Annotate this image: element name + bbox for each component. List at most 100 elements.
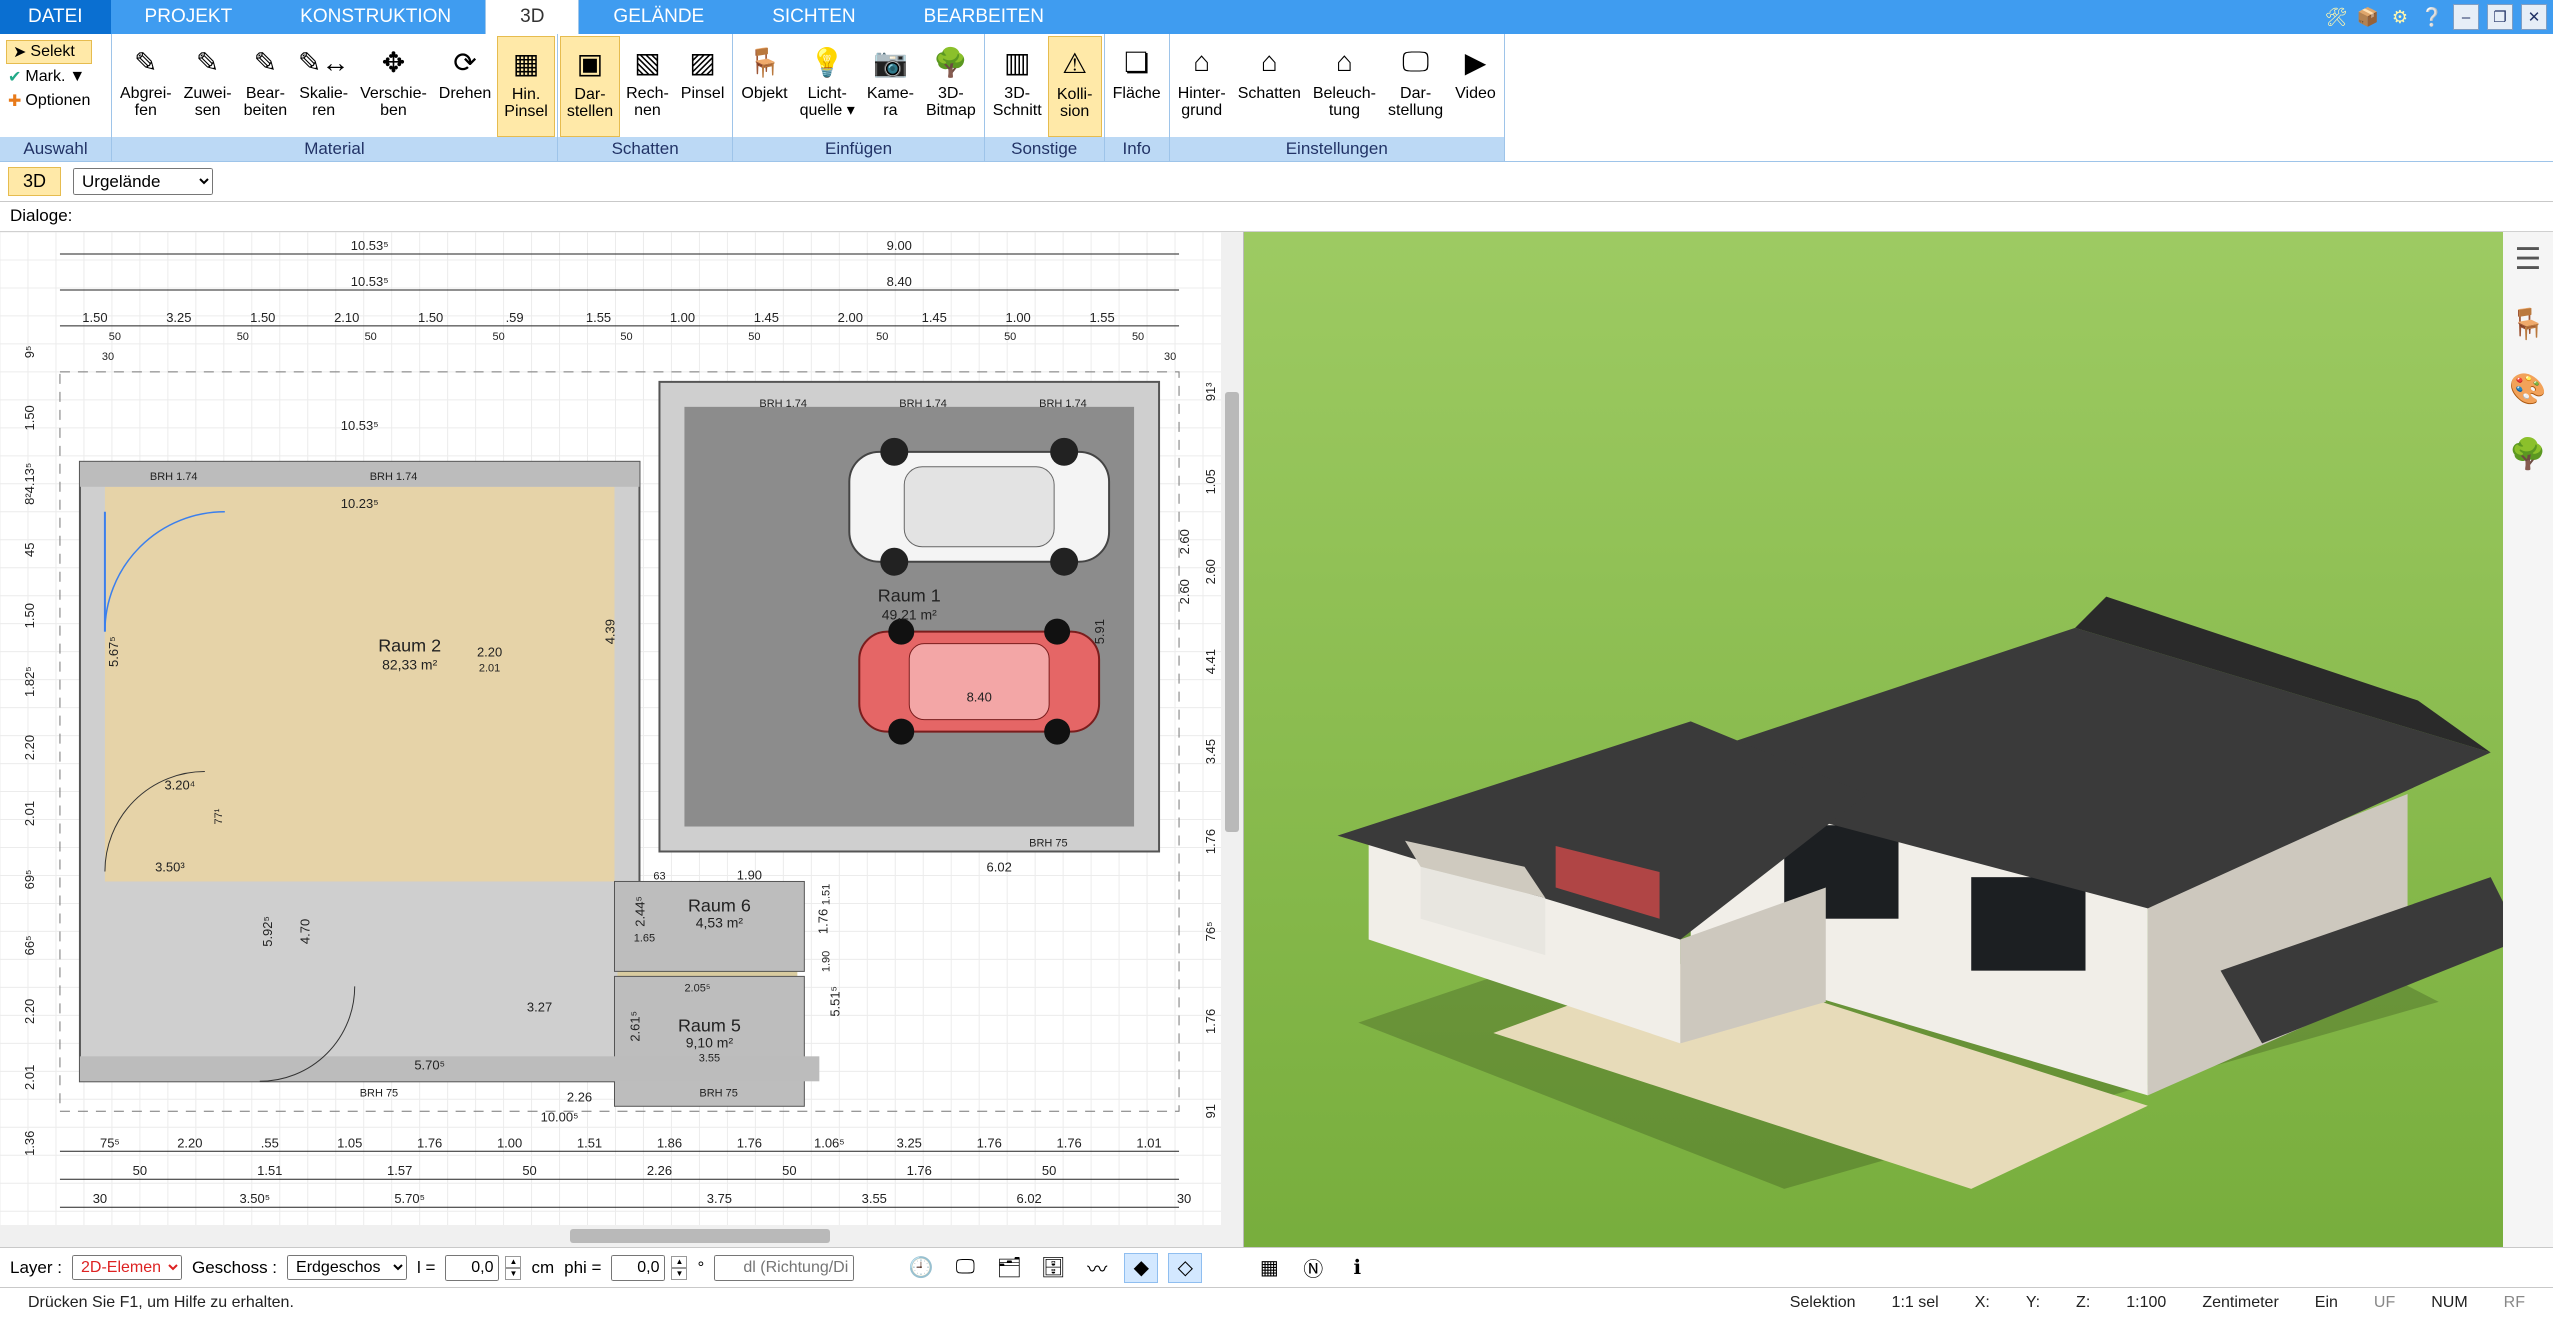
ribbon-label: Dar-stellung xyxy=(1388,86,1443,120)
ribbon-darstellung[interactable]: 🖵 Dar-stellung xyxy=(1382,36,1449,137)
svg-text:1.82⁵: 1.82⁵ xyxy=(22,666,37,697)
stack-icon[interactable]: 🗄 xyxy=(1036,1253,1070,1283)
svg-text:10.53⁵: 10.53⁵ xyxy=(351,274,389,289)
svg-text:30: 30 xyxy=(1164,351,1176,363)
ribbon-rechnen[interactable]: ▧ Rech-nen xyxy=(620,36,675,137)
svg-text:30: 30 xyxy=(1177,1191,1191,1206)
tree-icon[interactable]: 🌳 xyxy=(2509,437,2546,472)
geschoss-select[interactable]: Erdgeschos xyxy=(287,1255,407,1280)
tab-gelaende[interactable]: GELÄNDE xyxy=(579,0,738,34)
ribbon-3d-schnitt[interactable]: ▥ 3D-Schnitt xyxy=(987,36,1048,137)
ribbon-hin-pinsel[interactable]: ▦ Hin.Pinsel xyxy=(497,36,555,137)
bottom-toolbar: Layer : 2D-Elemen Geschoss : Erdgeschos … xyxy=(0,1247,2553,1287)
dl-input[interactable] xyxy=(714,1255,854,1281)
north-icon[interactable]: Ⓝ xyxy=(1296,1253,1330,1283)
svg-text:6.02: 6.02 xyxy=(987,859,1012,874)
ribbon-skalieren[interactable]: ✎↔ Skalie-ren xyxy=(293,36,354,137)
ribbon-zuweisen[interactable]: ✎ Zuwei-sen xyxy=(178,36,238,137)
svg-text:BRH 75: BRH 75 xyxy=(699,1087,737,1099)
ribbon-label: Beleuch-tung xyxy=(1313,86,1376,120)
tab-datei[interactable]: DATEI xyxy=(0,0,111,34)
mark-dropdown[interactable]: ✔Mark. ▼ xyxy=(6,66,92,88)
tools-icon[interactable]: 🛠 xyxy=(2323,4,2349,30)
svg-text:2.26: 2.26 xyxy=(647,1163,672,1178)
ribbon-flaeche[interactable]: ❏ Fläche xyxy=(1107,36,1167,137)
diamond2-icon[interactable]: ◇ xyxy=(1168,1253,1202,1283)
ribbon-label: Dar-stellen xyxy=(567,87,613,121)
svg-text:3.25: 3.25 xyxy=(897,1135,922,1150)
ribbon-kollision[interactable]: ⚠ Kolli-sion xyxy=(1048,36,1102,137)
selekt-button[interactable]: ➤Selekt xyxy=(6,40,92,64)
l-spinner[interactable]: ▲▼ xyxy=(505,1256,521,1280)
svg-text:1.90: 1.90 xyxy=(820,951,832,972)
tab-bearbeiten[interactable]: BEARBEITEN xyxy=(890,0,1078,34)
layers-icon[interactable]: ☰ xyxy=(2515,242,2542,277)
furniture-icon[interactable]: 🪑 xyxy=(2509,307,2546,342)
layers2-icon[interactable]: 🗂 xyxy=(992,1253,1026,1283)
monitor-icon[interactable]: 🖵 xyxy=(948,1253,982,1283)
flaeche-icon: ❏ xyxy=(1117,42,1157,82)
svg-text:Raum 5: Raum 5 xyxy=(678,1015,741,1035)
kollision-icon: ⚠ xyxy=(1055,43,1095,83)
svg-text:30: 30 xyxy=(102,351,114,363)
ribbon-label: 3D-Bitmap xyxy=(926,86,976,120)
ribbon-schatten2[interactable]: ⌂ Schatten xyxy=(1232,36,1307,137)
l-input[interactable] xyxy=(445,1255,499,1281)
ribbon-video[interactable]: ▶ Video xyxy=(1449,36,1502,137)
status-bar: Drücken Sie F1, um Hilfe zu erhalten. Se… xyxy=(0,1287,2553,1317)
info-icon[interactable]: ℹ xyxy=(1340,1253,1374,1283)
ribbon-beleuchtung[interactable]: ⌂ Beleuch-tung xyxy=(1307,36,1382,137)
ribbon-kamera[interactable]: 📷 Kame-ra xyxy=(861,36,920,137)
scrollbar-horizontal[interactable] xyxy=(0,1225,1243,1247)
phi-unit: ° xyxy=(697,1258,704,1278)
gear-icon[interactable]: ⚙ xyxy=(2387,4,2413,30)
ribbon-objekt[interactable]: 🪑 Objekt xyxy=(735,36,793,137)
svg-text:1.00: 1.00 xyxy=(670,310,695,325)
blue-diamond-icon[interactable]: ◆ xyxy=(1124,1253,1158,1283)
svg-text:1.76: 1.76 xyxy=(737,1135,762,1150)
help-icon[interactable]: ❔ xyxy=(2419,4,2445,30)
box-icon[interactable]: 📦 xyxy=(2355,4,2381,30)
grid-icon[interactable]: ▦ xyxy=(1252,1253,1286,1283)
ribbon-abgreifen[interactable]: ✎ Abgrei-fen xyxy=(114,36,178,137)
ribbon-bearbeiten[interactable]: ✎ Bear-beiten xyxy=(238,36,294,137)
svg-text:2.60: 2.60 xyxy=(1177,579,1192,604)
phi-spinner[interactable]: ▲▼ xyxy=(671,1256,687,1280)
optionen-button[interactable]: ✚Optionen xyxy=(6,90,92,112)
svg-text:8.40: 8.40 xyxy=(967,690,992,705)
svg-text:3.55: 3.55 xyxy=(699,1052,720,1064)
svg-text:5.70⁵: 5.70⁵ xyxy=(394,1191,425,1206)
status-num: NUM xyxy=(2413,1294,2485,1312)
palette-icon[interactable]: 🎨 xyxy=(2509,372,2546,407)
tab-sichten[interactable]: SICHTEN xyxy=(738,0,889,34)
ribbon-drehen[interactable]: ⟳ Drehen xyxy=(433,36,497,137)
ribbon-3d-bitmap[interactable]: 🌳 3D-Bitmap xyxy=(920,36,982,137)
pane-2d-floorplan[interactable]: 10.53⁵ 9.00 10.53⁵ 8.40 1.503.251.502.10… xyxy=(0,232,1244,1247)
layer-select[interactable]: 2D-Elemen xyxy=(72,1255,182,1280)
ribbon-lichtquelle[interactable]: 💡 Licht-quelle ▾ xyxy=(794,36,861,137)
svg-text:1.76: 1.76 xyxy=(815,909,830,934)
terrain-select[interactable]: Urgelände xyxy=(73,168,213,195)
close-button[interactable]: ✕ xyxy=(2521,4,2547,30)
svg-text:Raum 6: Raum 6 xyxy=(688,895,751,915)
clock-icon[interactable]: 🕘 xyxy=(904,1253,938,1283)
pane-3d-view[interactable]: ☰ 🪑 🎨 🌳 xyxy=(1244,232,2553,1247)
scrollbar-vertical[interactable] xyxy=(1221,232,1243,1225)
measure-icon[interactable]: 〰 xyxy=(1080,1253,1114,1283)
cursor-icon: ➤ xyxy=(13,42,26,62)
tab-3d[interactable]: 3D xyxy=(485,0,579,34)
tab-konstruktion[interactable]: KONSTRUKTION xyxy=(266,0,485,34)
tab-projekt[interactable]: PROJEKT xyxy=(111,0,267,34)
ribbon-hintergrund[interactable]: ⌂ Hinter-grund xyxy=(1172,36,1232,137)
svg-text:63: 63 xyxy=(653,870,665,882)
ribbon-verschieben[interactable]: ✥ Verschie-ben xyxy=(354,36,433,137)
ribbon-pinsel[interactable]: ▨ Pinsel xyxy=(675,36,731,137)
view-mode-3d[interactable]: 3D xyxy=(8,167,61,196)
svg-text:1.76: 1.76 xyxy=(977,1135,1002,1150)
ribbon-label: Bear-beiten xyxy=(244,86,288,120)
status-sel: 1:1 sel xyxy=(1874,1294,1957,1312)
ribbon-darstellen[interactable]: ▣ Dar-stellen xyxy=(560,36,620,137)
minimize-button[interactable]: – xyxy=(2453,4,2479,30)
maximize-button[interactable]: ❐ xyxy=(2487,4,2513,30)
phi-input[interactable] xyxy=(611,1255,665,1281)
